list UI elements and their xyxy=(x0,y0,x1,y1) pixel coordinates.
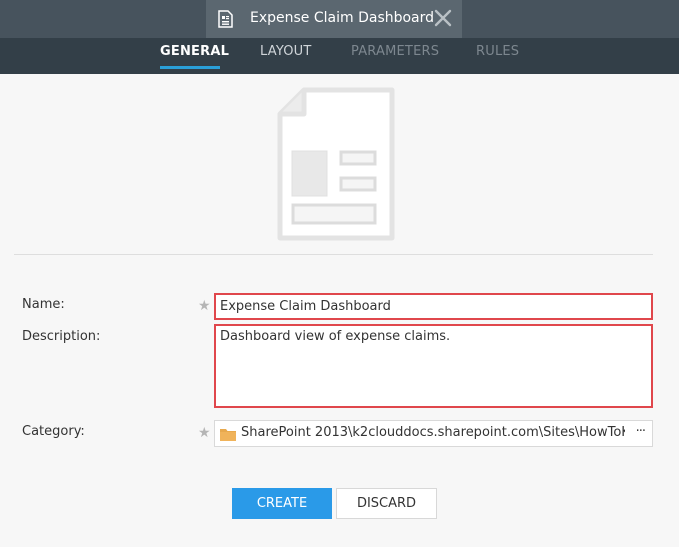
folder-icon xyxy=(220,429,236,441)
ellipsis-icon[interactable]: ··· xyxy=(636,424,646,439)
tab-general[interactable]: GENERAL xyxy=(160,44,229,59)
section-divider xyxy=(14,254,653,255)
window-header: Expense Claim Dashboard xyxy=(0,0,679,38)
active-tab-indicator xyxy=(160,66,220,69)
document-title: Expense Claim Dashboard xyxy=(250,10,435,26)
category-label: Category: xyxy=(22,424,85,439)
settings-tab-bar: GENERAL LAYOUT PARAMETERS RULES xyxy=(0,38,679,74)
tab-rules: RULES xyxy=(476,44,520,59)
tab-layout[interactable]: LAYOUT xyxy=(260,44,312,59)
required-star-icon: ★ xyxy=(198,298,211,314)
close-icon[interactable] xyxy=(432,7,454,29)
category-picker[interactable]: SharePoint 2013\k2clouddocs.sharepoint.c… xyxy=(214,420,653,447)
form-template-icon xyxy=(277,87,395,241)
discard-button[interactable]: DISCARD xyxy=(336,488,437,519)
description-field[interactable]: Dashboard view of expense claims. xyxy=(214,324,653,408)
required-star-icon: ★ xyxy=(198,425,211,441)
description-label: Description: xyxy=(22,329,101,344)
tab-parameters: PARAMETERS xyxy=(351,44,440,59)
name-field[interactable]: Expense Claim Dashboard xyxy=(214,293,653,320)
category-path: SharePoint 2013\k2clouddocs.sharepoint.c… xyxy=(241,425,625,440)
form-document-icon xyxy=(218,10,233,28)
name-label: Name: xyxy=(22,297,65,312)
create-button[interactable]: CREATE xyxy=(232,488,332,519)
document-tab[interactable]: Expense Claim Dashboard xyxy=(206,0,462,38)
